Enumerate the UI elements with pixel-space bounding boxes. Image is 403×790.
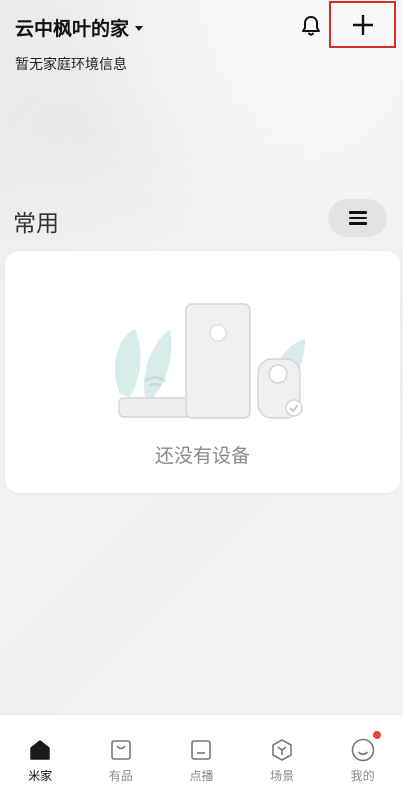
environment-info: 暂无家庭环境信息	[15, 57, 127, 73]
empty-devices-card: 还没有设备	[5, 251, 400, 493]
section-title: 常用	[13, 211, 59, 237]
plus-icon	[352, 14, 373, 35]
notification-button[interactable]	[298, 12, 324, 40]
tab-wode[interactable]: 我的	[333, 715, 393, 784]
tab-mijia[interactable]: 米家	[10, 715, 70, 784]
add-device-button[interactable]	[329, 1, 396, 48]
tv-icon	[188, 737, 214, 763]
tab-youpin[interactable]: 有品	[91, 715, 151, 784]
tab-changjing[interactable]: 场景	[252, 715, 312, 784]
tab-label: 我的	[350, 769, 375, 783]
menu-button[interactable]	[328, 199, 387, 237]
caret-down-icon	[135, 26, 144, 31]
tab-label: 有品	[108, 769, 133, 783]
tab-label: 米家	[28, 769, 53, 783]
home-name: 云中枫叶的家	[15, 18, 130, 40]
bag-icon	[108, 737, 134, 763]
tab-label: 点播	[189, 769, 214, 783]
bell-icon	[302, 16, 320, 36]
tab-dianbo[interactable]: 点播	[171, 715, 231, 784]
home-icon	[27, 737, 53, 763]
scene-icon	[269, 737, 295, 763]
bottom-tab-bar: 米家 有品 点播 场景 我的	[0, 714, 403, 790]
tab-label: 场景	[270, 769, 295, 783]
home-selector[interactable]: 云中枫叶的家	[15, 14, 144, 41]
empty-devices-text: 还没有设备	[154, 445, 250, 467]
smile-icon	[350, 737, 376, 763]
menu-icon	[348, 211, 367, 225]
notification-dot	[372, 731, 381, 739]
empty-devices-illustration	[115, 303, 305, 419]
